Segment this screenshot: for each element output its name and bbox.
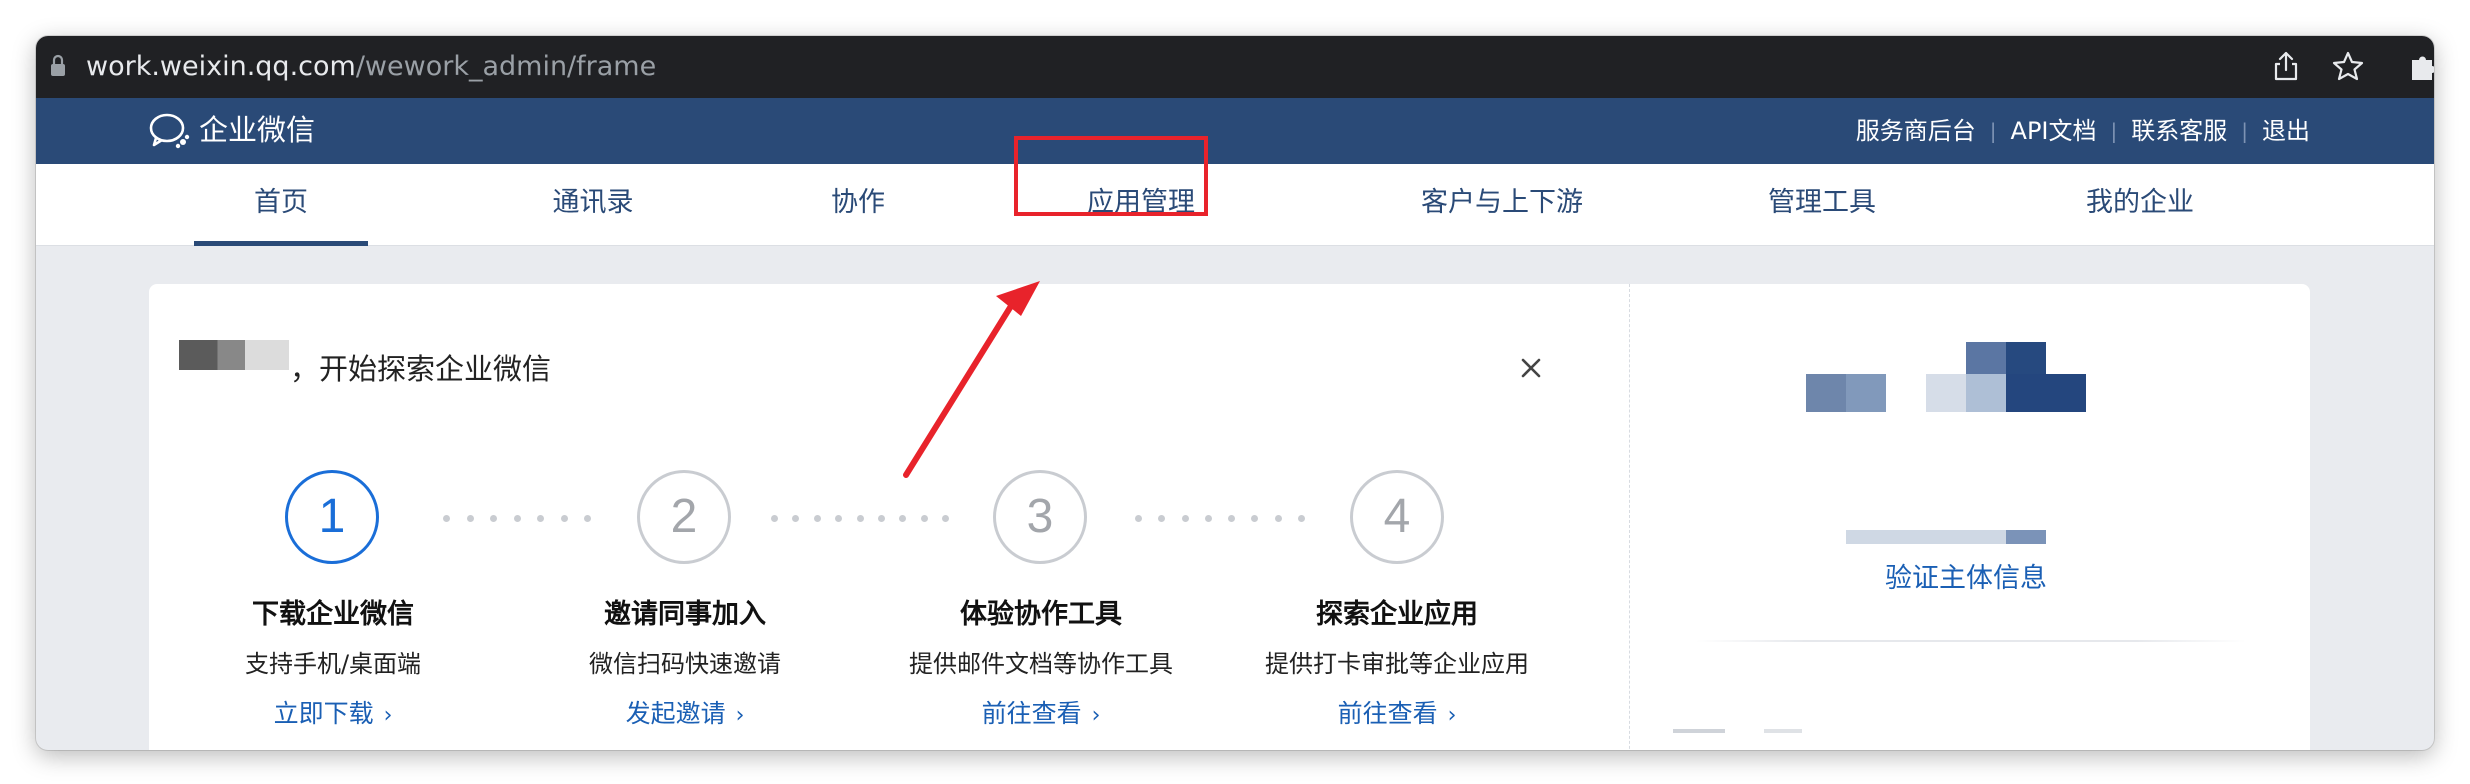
card-divider bbox=[1629, 284, 1630, 750]
step-1-title: 下载企业微信 bbox=[252, 599, 414, 630]
logo-text: 企业微信 bbox=[199, 113, 316, 147]
chevron-right-icon: › bbox=[1447, 703, 1457, 728]
share-icon[interactable] bbox=[2271, 50, 2301, 82]
header-links: 服务商后台 | API文档 | 联系客服 | 退出 bbox=[1856, 116, 2310, 146]
view-link-label: 前往查看 bbox=[981, 699, 1082, 728]
chevron-right-icon: › bbox=[1091, 703, 1101, 728]
step-3-desc: 提供邮件文档等协作工具 bbox=[909, 650, 1173, 678]
step-connector-dots bbox=[443, 514, 591, 522]
top-header: 企业微信 服务商后台 | API文档 | 联系客服 | 退出 bbox=[36, 98, 2434, 164]
separator: | bbox=[1989, 119, 1997, 143]
tab-collaboration[interactable]: 协作 bbox=[803, 186, 913, 220]
tab-management-tools[interactable]: 管理工具 bbox=[1742, 186, 1902, 220]
tab-home[interactable]: 首页 bbox=[194, 186, 368, 246]
step-connector-dots bbox=[771, 514, 949, 522]
url-path: /wework_admin/frame bbox=[355, 51, 657, 82]
verify-entity-link[interactable]: 验证主体信息 bbox=[1885, 562, 2047, 596]
chevron-right-icon: › bbox=[383, 703, 393, 728]
view-enterprise-apps-link[interactable]: 前往查看 › bbox=[1338, 698, 1457, 732]
lock-icon bbox=[51, 54, 65, 76]
step-3-title: 体验协作工具 bbox=[960, 599, 1122, 630]
step-1-desc: 支持手机/桌面端 bbox=[244, 650, 422, 678]
blurred-username bbox=[179, 340, 289, 370]
chevron-right-icon: › bbox=[735, 703, 745, 728]
step-connector-dots bbox=[1135, 514, 1305, 522]
close-icon[interactable] bbox=[1520, 357, 1542, 379]
tab-my-enterprise[interactable]: 我的企业 bbox=[2060, 186, 2220, 220]
step-3-circle: 3 bbox=[993, 470, 1087, 564]
tab-customers[interactable]: 客户与上下游 bbox=[1382, 186, 1622, 220]
contact-support-link[interactable]: 联系客服 bbox=[2131, 116, 2227, 146]
wecom-logo-icon bbox=[149, 113, 190, 149]
step-4-desc: 提供打卡审批等企业应用 bbox=[1265, 650, 1529, 678]
main-nav: 首页 通讯录 协作 应用管理 客户与上下游 管理工具 我的企业 bbox=[36, 164, 2434, 246]
invite-link-label: 发起邀请 bbox=[625, 699, 726, 728]
logout-link[interactable]: 退出 bbox=[2262, 116, 2310, 146]
separator: | bbox=[2110, 119, 2118, 143]
service-provider-link[interactable]: 服务商后台 bbox=[1856, 116, 1976, 146]
step-1-circle: 1 bbox=[285, 470, 379, 564]
tab-app-management[interactable]: 应用管理 bbox=[1066, 186, 1216, 220]
download-link-label: 立即下载 bbox=[273, 699, 374, 728]
view-link-label: 前往查看 bbox=[1337, 699, 1438, 728]
api-docs-link[interactable]: API文档 bbox=[2011, 116, 2097, 146]
tab-contacts[interactable]: 通讯录 bbox=[518, 186, 668, 220]
extensions-icon[interactable] bbox=[2408, 50, 2434, 82]
url-text[interactable]: work.weixin.qq.com/wework_admin/frame bbox=[86, 49, 656, 85]
right-panel-divider bbox=[1696, 640, 2246, 642]
step-4-title: 探索企业应用 bbox=[1316, 599, 1478, 630]
step-4-circle: 4 bbox=[1350, 470, 1444, 564]
download-link[interactable]: 立即下载 › bbox=[274, 698, 393, 732]
step-2-circle: 2 bbox=[637, 470, 731, 564]
step-2-title: 邀请同事加入 bbox=[604, 599, 766, 630]
address-bar[interactable]: work.weixin.qq.com/wework_admin/frame bbox=[36, 36, 2434, 98]
star-icon[interactable] bbox=[2332, 51, 2364, 81]
separator: | bbox=[2241, 119, 2248, 143]
view-collab-tools-link[interactable]: 前往查看 › bbox=[982, 698, 1101, 732]
invite-link[interactable]: 发起邀请 › bbox=[626, 698, 745, 732]
welcome-text: ，开始探索企业微信 bbox=[290, 352, 552, 386]
step-2-desc: 微信扫码快速邀请 bbox=[589, 650, 781, 678]
url-host: work.weixin.qq.com bbox=[86, 51, 356, 82]
